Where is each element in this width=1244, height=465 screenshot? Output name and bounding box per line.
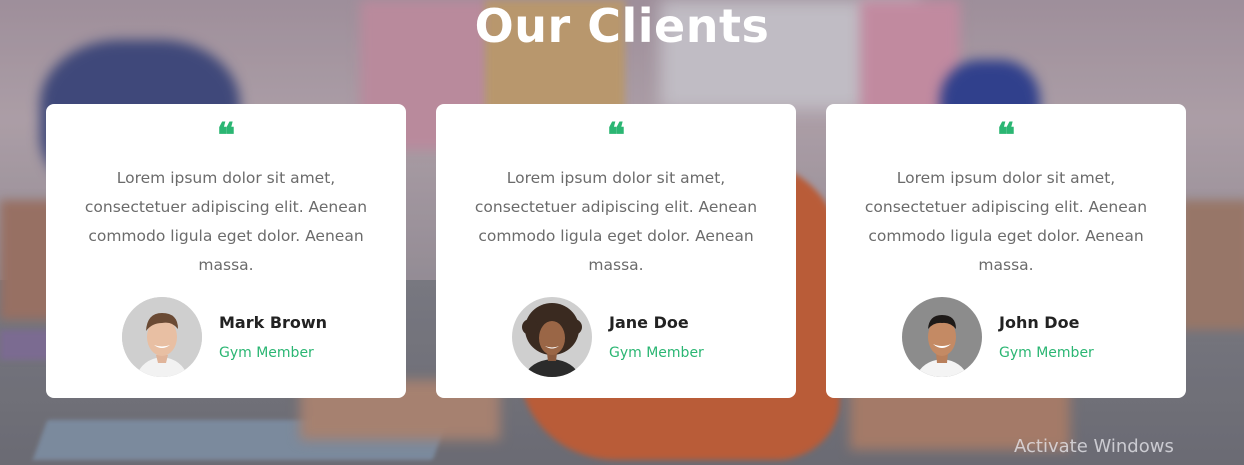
client-name: Jane Doe [609, 313, 689, 332]
avatar [902, 297, 982, 377]
testimonial-card: ❝ Lorem ipsum dolor sit amet, consectetu… [826, 104, 1186, 398]
quote-icon: ❝ [216, 116, 236, 156]
client-name: John Doe [999, 313, 1080, 332]
testimonial-text: Lorem ipsum dolor sit amet, consectetuer… [474, 169, 758, 274]
avatar [122, 297, 202, 377]
client-name: Mark Brown [219, 313, 328, 332]
testimonial-card: ❝ Lorem ipsum dolor sit amet, consectetu… [436, 104, 796, 398]
quote-icon: ❝ [606, 116, 626, 156]
section-title: Our Clients [474, 0, 770, 53]
client-role: Gym Member [609, 345, 704, 361]
testimonial-text: Lorem ipsum dolor sit amet, consectetuer… [84, 169, 368, 274]
avatar [512, 297, 592, 377]
testimonial-card: ❝ Lorem ipsum dolor sit amet, consectetu… [46, 104, 406, 398]
client-role: Gym Member [219, 345, 314, 361]
quote-icon: ❝ [996, 116, 1016, 156]
client-role: Gym Member [999, 345, 1094, 361]
activate-windows-watermark: Activate Windows [1014, 436, 1174, 457]
testimonial-text: Lorem ipsum dolor sit amet, consectetuer… [864, 169, 1148, 274]
